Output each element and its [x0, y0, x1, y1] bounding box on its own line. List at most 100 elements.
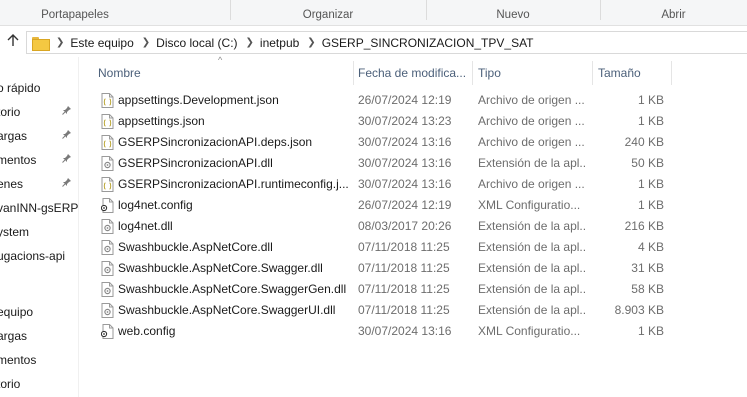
- breadcrumb-current-folder[interactable]: ❯ GSERP_SINCRONIZACION_TPV_SAT: [299, 36, 533, 50]
- file-size: 58 KB: [631, 282, 664, 296]
- nav-item-label: o rápido: [0, 81, 41, 95]
- column-header-size[interactable]: Tamaño: [592, 57, 641, 87]
- up-arrow-icon[interactable]: [4, 33, 22, 51]
- pin-icon[interactable]: [62, 124, 72, 148]
- file-type: Archivo de origen ...: [478, 177, 585, 191]
- navigation-pane[interactable]: o rápido torio argas mentos enes vanINN-gsERP…: [0, 57, 79, 397]
- file-date-modified: 07/11/2018 11:25: [358, 240, 450, 254]
- nav-item-label: enes: [0, 177, 24, 191]
- file-row[interactable]: Swashbuckle.AspNetCore.dll 07/11/2018 11:…: [80, 237, 680, 258]
- file-name: appsettings.Development.json: [118, 93, 279, 107]
- nav-item-label: argas: [0, 129, 28, 143]
- dll-file-icon: [101, 240, 114, 255]
- nav-item-label: mentos: [0, 153, 37, 167]
- chevron-right-icon[interactable]: ❯: [246, 37, 254, 48]
- nav-item[interactable]: mentos: [0, 148, 78, 172]
- file-date-modified: 26/07/2024 12:19: [358, 198, 452, 212]
- nav-item[interactable]: argas: [0, 124, 78, 148]
- nav-item[interactable]: torio: [0, 100, 78, 124]
- file-name: GSERPSincronizacionAPI.runtimeconfig.j..…: [118, 177, 349, 191]
- file-row[interactable]: GSERPSincronizacionAPI.deps.json 30/07/20…: [80, 132, 680, 153]
- file-row[interactable]: appsettings.Development.json 26/07/2024 1…: [80, 90, 680, 111]
- file-row[interactable]: GSERPSincronizacionAPI.dll 30/07/2024 13:…: [80, 153, 680, 174]
- file-row[interactable]: Swashbuckle.AspNetCore.SwaggerUI.dll 07/1…: [80, 300, 680, 321]
- file-date-modified: 30/07/2024 13:16: [358, 135, 452, 149]
- nav-item[interactable]: ugacions-api: [0, 244, 78, 268]
- file-size: 1 KB: [637, 177, 664, 191]
- breadcrumb-este-equipo[interactable]: ❯ Este equipo: [48, 36, 134, 50]
- nav-item[interactable]: o rápido: [0, 76, 78, 100]
- nav-item-label: torio: [0, 105, 21, 119]
- chevron-right-icon[interactable]: ❯: [56, 37, 64, 48]
- breadcrumb-inetpub[interactable]: ❯ inetpub: [238, 36, 300, 50]
- address-bar[interactable]: ❯ Este equipo ❯ Disco local (C:) ❯ inetpub …: [26, 31, 747, 54]
- json-file-icon: [101, 177, 114, 192]
- file-row[interactable]: GSERPSincronizacionAPI.runtimeconfig.j..…: [80, 174, 680, 195]
- column-header-type[interactable]: Tipo: [472, 57, 501, 87]
- file-type: Extensión de la apl...: [478, 261, 586, 275]
- nav-item[interactable]: mentos: [0, 348, 78, 372]
- file-name: GSERPSincronizacionAPI.dll: [118, 156, 273, 170]
- json-file-icon: [101, 114, 114, 129]
- breadcrumb-label[interactable]: Disco local (C:): [156, 36, 237, 50]
- ribbon-group-portapapeles: Portapapeles: [41, 9, 109, 21]
- column-header-name[interactable]: Nombre: [92, 57, 141, 87]
- nav-item[interactable]: [0, 268, 78, 292]
- pin-icon[interactable]: [62, 100, 72, 124]
- nav-item-label: ugacions-api: [0, 249, 66, 263]
- config-file-icon: [101, 324, 114, 339]
- sort-ascending-icon: ^: [218, 55, 223, 65]
- file-list[interactable]: ^ Nombre Fecha de modifica... Tipo Tamañ…: [80, 55, 747, 397]
- file-date-modified: 07/11/2018 11:25: [358, 261, 450, 275]
- nav-item[interactable]: enes: [0, 172, 78, 196]
- nav-item-label: argas: [0, 329, 28, 343]
- breadcrumb-label[interactable]: inetpub: [260, 36, 299, 50]
- nav-item[interactable]: torio: [0, 372, 78, 396]
- column-header-date[interactable]: Fecha de modifica...: [352, 57, 466, 87]
- file-name: Swashbuckle.AspNetCore.SwaggerUI.dll: [118, 303, 336, 317]
- file-row[interactable]: Swashbuckle.AspNetCore.SwaggerGen.dll 07/…: [80, 279, 680, 300]
- nav-item-label: equipo: [0, 305, 34, 319]
- breadcrumb-label[interactable]: GSERP_SINCRONIZACION_TPV_SAT: [322, 36, 534, 50]
- pin-icon[interactable]: [62, 148, 72, 172]
- file-row[interactable]: log4net.config 26/07/2024 12:19 XML Config…: [80, 195, 680, 216]
- dll-file-icon: [101, 261, 114, 276]
- file-row[interactable]: web.config 30/07/2024 13:16 XML Configurat…: [80, 321, 680, 342]
- chevron-right-icon[interactable]: ❯: [307, 37, 315, 48]
- nav-item[interactable]: vanINN-gsERP: [0, 196, 79, 220]
- file-row[interactable]: Swashbuckle.AspNetCore.Swagger.dll 07/11/…: [80, 258, 680, 279]
- breadcrumb-label[interactable]: Este equipo: [70, 36, 133, 50]
- file-name: GSERPSincronizacionAPI.deps.json: [118, 135, 313, 149]
- file-name: Swashbuckle.AspNetCore.dll: [118, 240, 273, 254]
- ribbon-group-nuevo: Nuevo: [496, 9, 530, 21]
- file-date-modified: 07/11/2018 11:25: [358, 282, 450, 296]
- file-size: 1 KB: [637, 324, 664, 338]
- breadcrumb-disco-local[interactable]: ❯ Disco local (C:): [134, 36, 238, 50]
- address-bar-row: ❯ Este equipo ❯ Disco local (C:) ❯ inetpub …: [0, 27, 747, 57]
- json-file-icon: [101, 135, 114, 150]
- file-row[interactable]: log4net.dll 08/03/2017 20:26 Extensión de …: [80, 216, 680, 237]
- nav-item[interactable]: argas: [0, 324, 78, 348]
- file-date-modified: 30/07/2024 13:16: [358, 324, 452, 338]
- file-row[interactable]: appsettings.json 30/07/2024 13:23 Archivo …: [80, 111, 680, 132]
- chevron-right-icon[interactable]: ❯: [142, 37, 150, 48]
- nav-item[interactable]: equipo: [0, 300, 78, 324]
- nav-item-label: vanINN-gsERP: [0, 201, 79, 215]
- pin-icon[interactable]: [62, 172, 72, 196]
- file-size: 50 KB: [631, 156, 664, 170]
- file-type: Archivo de origen ...: [478, 114, 585, 128]
- file-date-modified: 30/07/2024 13:16: [358, 177, 452, 191]
- config-file-icon: [101, 198, 114, 213]
- file-date-modified: 08/03/2017 20:26: [358, 219, 452, 233]
- nav-item-label: mentos: [0, 353, 37, 367]
- file-type: Archivo de origen ...: [478, 93, 585, 107]
- file-type: XML Configuratio...: [478, 198, 581, 212]
- nav-item[interactable]: ystem: [0, 220, 78, 244]
- file-size: 1 KB: [637, 198, 664, 212]
- ribbon-group-organizar: Organizar: [302, 9, 354, 21]
- file-size: 1 KB: [637, 114, 664, 128]
- file-date-modified: 07/11/2018 11:25: [358, 303, 450, 317]
- nav-item-label: ystem: [0, 225, 30, 239]
- file-type: Archivo de origen ...: [478, 135, 585, 149]
- file-date-modified: 30/07/2024 13:23: [358, 114, 452, 128]
